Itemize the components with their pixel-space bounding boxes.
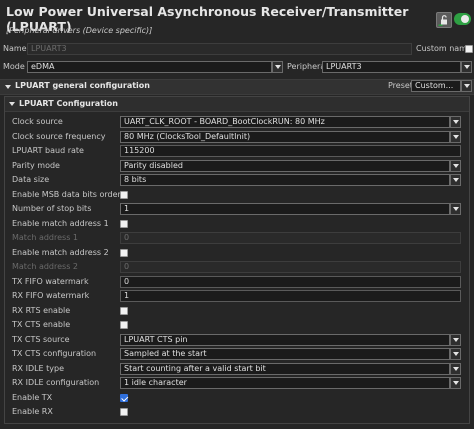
row-label: Enable RX bbox=[12, 407, 53, 416]
custom-name-checkbox[interactable] bbox=[465, 45, 473, 53]
chevron-down-icon[interactable] bbox=[9, 102, 15, 106]
row-label: Enable match address 2 bbox=[12, 247, 109, 257]
config-checkbox[interactable] bbox=[120, 306, 128, 315]
row-label: LPUART baud rate bbox=[12, 146, 84, 155]
name-label: Name bbox=[3, 44, 27, 53]
dropdown-button[interactable] bbox=[450, 362, 461, 375]
name-field[interactable]: LPUART3 bbox=[27, 43, 412, 55]
dropdown-button[interactable] bbox=[450, 130, 461, 143]
unlock-icon[interactable] bbox=[436, 12, 452, 28]
config-checkbox[interactable] bbox=[120, 219, 128, 228]
row-label: Data size bbox=[12, 175, 50, 184]
row-label: Enable MSB data bits order bbox=[12, 189, 121, 199]
row-label: RX IDLE configuration bbox=[12, 378, 100, 387]
config-input: 0 bbox=[120, 261, 461, 273]
dropdown-button[interactable] bbox=[450, 203, 461, 215]
mode-label: Mode bbox=[3, 62, 25, 71]
preset-label: Preset bbox=[388, 81, 413, 90]
row-label: Clock source frequency bbox=[12, 131, 106, 141]
chevron-down-icon bbox=[452, 352, 459, 356]
peripheral-dropdown-button[interactable] bbox=[461, 61, 472, 73]
config-select[interactable]: 1 idle character bbox=[120, 377, 450, 389]
chevron-down-icon bbox=[452, 134, 459, 139]
row-label: Enable TX bbox=[12, 392, 53, 402]
chevron-down-icon bbox=[452, 381, 459, 385]
chevron-down-icon bbox=[452, 366, 459, 371]
config-select[interactable]: LPUART CTS pin bbox=[120, 333, 450, 346]
row-label: TX CTS enable bbox=[12, 320, 71, 329]
general-config-title: LPUART general configuration bbox=[15, 81, 150, 90]
chevron-down-icon bbox=[452, 178, 459, 182]
peripheral-select[interactable]: LPUART3 bbox=[322, 61, 461, 73]
row-label: TX FIFO watermark bbox=[12, 276, 89, 286]
row-label: Clock source bbox=[12, 117, 63, 126]
lpuart-config-title: LPUART Configuration bbox=[19, 99, 118, 108]
chevron-down-icon bbox=[452, 163, 459, 168]
dropdown-button[interactable] bbox=[450, 333, 461, 346]
mode-dropdown-button[interactable] bbox=[272, 61, 283, 73]
row-label: Parity mode bbox=[12, 160, 60, 170]
config-checkbox[interactable] bbox=[120, 408, 128, 416]
config-select[interactable]: 1 bbox=[120, 203, 450, 215]
row-label: Match address 2 bbox=[12, 262, 79, 271]
config-select[interactable]: Sampled at the start bbox=[120, 348, 450, 360]
row-label: TX CTS source bbox=[12, 334, 70, 344]
row-label: RX IDLE type bbox=[12, 363, 65, 373]
custom-name-label: Custom name bbox=[416, 44, 472, 53]
row-label: RX RTS enable bbox=[12, 305, 71, 315]
row-label: Number of stop bits bbox=[12, 204, 92, 213]
config-select[interactable]: Start counting after a valid start bit bbox=[120, 362, 450, 375]
config-checkbox[interactable] bbox=[120, 190, 128, 199]
chevron-down-icon bbox=[463, 84, 470, 88]
enable-toggle[interactable] bbox=[454, 13, 471, 25]
row-label: Enable match address 1 bbox=[12, 218, 109, 228]
config-input[interactable]: 1 bbox=[120, 290, 461, 302]
config-input[interactable]: 115200 bbox=[120, 145, 461, 157]
config-select[interactable]: 80 MHz (ClocksTool_DefaultInit) bbox=[120, 130, 450, 143]
config-select[interactable]: 8 bits bbox=[120, 174, 450, 186]
row-label: Match address 1 bbox=[12, 233, 79, 242]
config-select[interactable]: UART_CLK_ROOT - BOARD_BootClockRUN: 80 M… bbox=[120, 116, 450, 128]
dropdown-button[interactable] bbox=[450, 174, 461, 186]
chevron-down-icon bbox=[452, 207, 459, 211]
config-checkbox[interactable] bbox=[120, 393, 128, 402]
row-label: RX FIFO watermark bbox=[12, 291, 90, 300]
chevron-down-icon[interactable] bbox=[5, 85, 11, 89]
chevron-down-icon bbox=[463, 65, 470, 69]
mode-select[interactable]: eDMA bbox=[27, 61, 272, 73]
config-input[interactable]: 0 bbox=[120, 275, 461, 288]
config-checkbox[interactable] bbox=[120, 248, 128, 257]
preset-dropdown-button[interactable] bbox=[461, 80, 472, 92]
chevron-down-icon bbox=[274, 65, 281, 69]
chevron-down-icon bbox=[452, 337, 459, 342]
dropdown-button[interactable] bbox=[450, 348, 461, 360]
preset-select[interactable]: Custom... bbox=[411, 80, 461, 92]
chevron-down-icon bbox=[452, 120, 459, 124]
dropdown-button[interactable] bbox=[450, 377, 461, 389]
dropdown-button[interactable] bbox=[450, 116, 461, 128]
dropdown-button[interactable] bbox=[450, 159, 461, 172]
config-select[interactable]: Parity disabled bbox=[120, 159, 450, 172]
page-subtitle: [Peripheral drivers (Device specific)] bbox=[6, 26, 153, 35]
row-label: TX CTS configuration bbox=[12, 349, 97, 358]
config-input: 0 bbox=[120, 232, 461, 244]
config-checkbox[interactable] bbox=[120, 321, 128, 329]
